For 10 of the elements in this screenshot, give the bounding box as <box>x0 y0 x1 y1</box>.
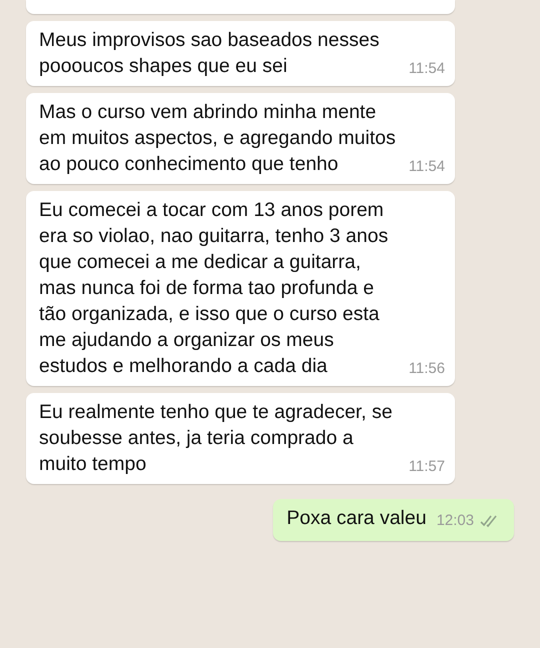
message-time: 11:57 <box>408 457 445 477</box>
message-text: Eu realmente tenho que te agradecer, se soubesse antes, ja teria comprado a muito tempo <box>39 400 394 477</box>
message-time: 11:56 <box>408 359 445 379</box>
message-text: Poxa cara valeu <box>286 506 426 531</box>
message-text: Eu comecei a tocar com 13 anos porem era so violao, nao guitarra, tenho 3 anos que comecei a me dedicar a guitarra, mas nunca foi de forma tao profunda e tão organizada, e isso que o curso esta me ajudando a organizar os meus estudos e melhorando a cada dia <box>39 198 390 379</box>
message-text: Mas o curso vem abrindo minha mente em muitos aspectos, e agregando muitos ao pouco conhecimento que tenho <box>39 100 397 177</box>
message-text: Meus improvisos sao baseados nesses poooucos shapes que eu sei <box>39 28 380 79</box>
message-time: 11:54 <box>408 59 445 79</box>
message-time: 11:54 <box>408 157 445 177</box>
message-time: 12:03 <box>436 511 474 531</box>
